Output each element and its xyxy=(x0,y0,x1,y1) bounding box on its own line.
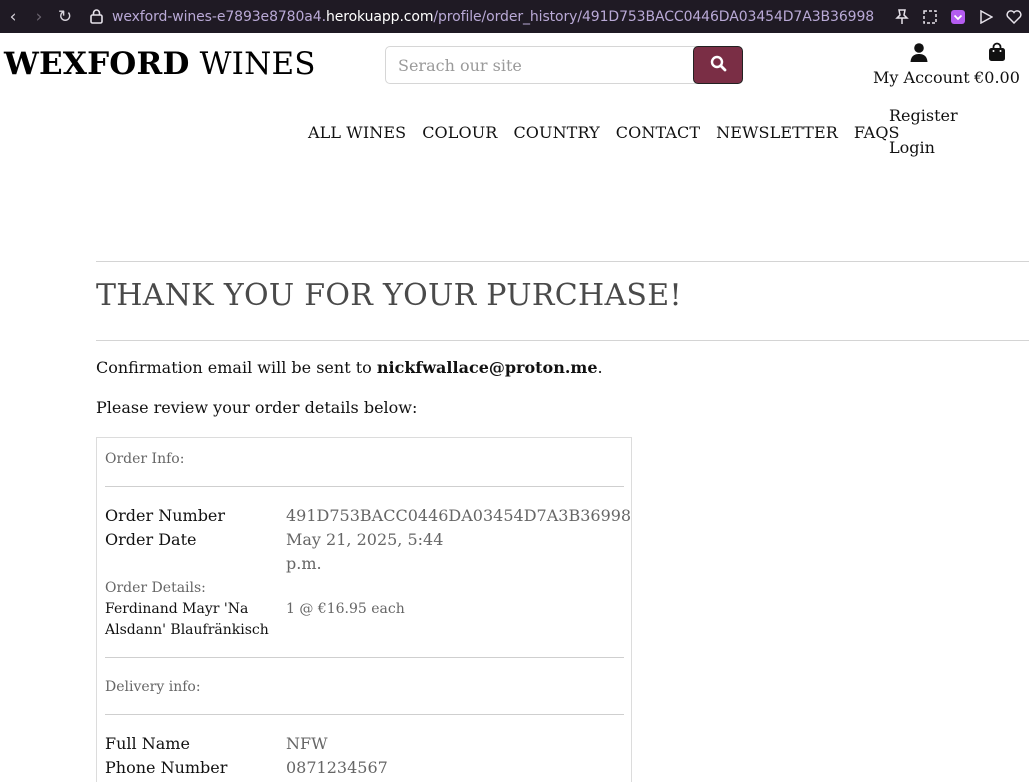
logo-light-text: WINES xyxy=(189,46,316,82)
search-form xyxy=(385,46,743,84)
confirm-email: nickfwallace@proton.me xyxy=(376,358,598,377)
review-text: Please review your order details below: xyxy=(96,398,418,417)
shopping-bag-link[interactable]: €0.00 xyxy=(972,42,1022,87)
confirm-suffix: . xyxy=(597,358,603,377)
url-host: herokuapp.com xyxy=(325,8,434,25)
page-title: THANK YOU FOR YOUR PURCHASE! xyxy=(96,278,682,313)
divider xyxy=(105,486,624,487)
confirmation-text: Confirmation email will be sent to nickf… xyxy=(96,358,603,377)
logo-bold-text: WEXFORD xyxy=(4,46,190,82)
full-name-label: Full Name xyxy=(105,734,190,753)
screenshot-icon[interactable] xyxy=(921,8,939,26)
nav-newsletter[interactable]: NEWSLETTER xyxy=(716,123,838,142)
pin-icon[interactable] xyxy=(893,8,911,26)
back-icon[interactable]: ‹ xyxy=(0,3,26,31)
order-date-value-line2: p.m. xyxy=(286,554,322,573)
phone-number-value: 0871234567 xyxy=(286,758,388,777)
site-logo[interactable]: WEXFORD WINES xyxy=(4,46,316,82)
heart-icon[interactable] xyxy=(1005,8,1023,26)
full-name-value: NFW xyxy=(286,734,328,753)
address-bar[interactable]: wexford-wines-e7893e8780a4. herokuapp.com… xyxy=(82,7,874,27)
bag-total: €0.00 xyxy=(974,68,1020,87)
search-button[interactable] xyxy=(693,46,743,84)
phone-number-label: Phone Number xyxy=(105,758,228,777)
order-info-label: Order Info: xyxy=(105,451,185,467)
divider xyxy=(105,657,624,658)
nav-country[interactable]: COUNTRY xyxy=(513,123,599,142)
confirm-prefix: Confirmation email will be sent to xyxy=(96,358,377,377)
order-date-label: Order Date xyxy=(105,530,197,549)
my-account-link[interactable]: My Account xyxy=(873,42,970,87)
search-input[interactable] xyxy=(385,46,703,84)
order-summary-card: Order Info: Order Number 491D753BACC0446… xyxy=(96,437,632,782)
pocket-icon[interactable] xyxy=(949,8,967,26)
order-number-label: Order Number xyxy=(105,506,226,525)
reload-icon[interactable]: ↻ xyxy=(52,3,78,31)
my-account-label: My Account xyxy=(873,68,970,87)
search-icon xyxy=(710,55,727,76)
register-link[interactable]: Register xyxy=(889,104,958,136)
url-prefix: wexford-wines-e7893e8780a4. xyxy=(112,8,326,25)
order-item-name: Ferdinand Mayr 'Na Alsdann' Blaufränkisc… xyxy=(105,601,269,638)
main-nav: ALL WINES COLOUR COUNTRY CONTACT NEWSLET… xyxy=(308,123,900,142)
divider xyxy=(96,340,1029,341)
browser-toolbar: ‹ › ↻ wexford-wines-e7893e8780a4. herokua… xyxy=(0,0,1029,33)
nav-all-wines[interactable]: ALL WINES xyxy=(308,123,406,142)
lock-icon xyxy=(86,7,106,27)
login-link[interactable]: Login xyxy=(889,136,958,168)
delivery-info-label: Delivery info: xyxy=(105,679,201,695)
user-icon xyxy=(873,42,965,66)
divider xyxy=(105,714,624,715)
forward-icon[interactable]: › xyxy=(26,3,52,31)
url-path: /profile/order_history/491D753BACC0446DA… xyxy=(433,8,875,25)
shopping-bag-icon xyxy=(972,42,1022,66)
divider xyxy=(96,261,1029,262)
nav-colour[interactable]: COLOUR xyxy=(422,123,497,142)
nav-contact[interactable]: CONTACT xyxy=(616,123,700,142)
play-icon[interactable] xyxy=(977,8,995,26)
order-details-label: Order Details: xyxy=(105,580,206,596)
account-dropdown: Register Login xyxy=(889,104,958,168)
order-number-value: 491D753BACC0446DA03454D7A3B36998 xyxy=(286,506,632,525)
order-date-value-line1: May 21, 2025, 5:44 xyxy=(286,530,444,549)
order-item-qty-price: 1 @ €16.95 each xyxy=(286,601,405,617)
